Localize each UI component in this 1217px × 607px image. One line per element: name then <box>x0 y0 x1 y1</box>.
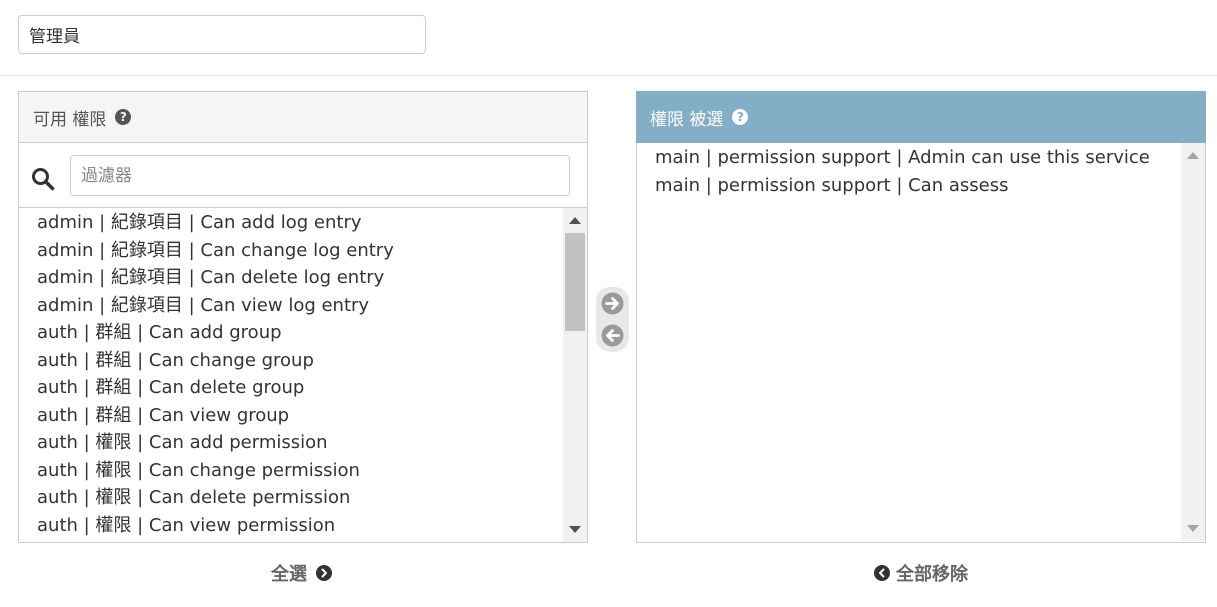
add-arrow-icon[interactable] <box>600 291 625 316</box>
chosen-permissions-title: 權限 被選 ? <box>636 91 1206 143</box>
select-all-link[interactable]: 全選 <box>271 560 332 586</box>
chosen-title-label: 權限 被選 <box>650 109 724 130</box>
permission-option[interactable]: auth | 權限 | Can delete permission <box>37 484 587 512</box>
permission-option[interactable]: admin | 紀錄項目 | Can delete log entry <box>37 264 587 292</box>
name-input[interactable] <box>18 15 426 54</box>
remove-all-label: 全部移除 <box>896 564 968 585</box>
permission-option[interactable]: admin | 紀錄項目 | Can change log entry <box>37 237 587 265</box>
permission-option[interactable]: auth | 群組 | Can view group <box>37 402 587 430</box>
chosen-scrollbar[interactable] <box>1181 143 1205 541</box>
scroll-up-arrow-icon[interactable] <box>1187 152 1199 159</box>
permission-option[interactable]: admin | 紀錄項目 | Can view log entry <box>37 292 587 320</box>
permission-option[interactable]: auth | 群組 | Can change group <box>37 347 587 375</box>
permission-option[interactable]: main | permission support | Can assess <box>655 172 1205 200</box>
available-title-label: 可用 權限 <box>33 109 107 130</box>
question-circle-icon[interactable]: ? <box>115 109 132 125</box>
chosen-permissions-list[interactable]: main | permission support | Admin can us… <box>637 143 1205 541</box>
available-scrollbar[interactable] <box>563 208 587 542</box>
filter-input[interactable] <box>70 155 570 196</box>
scroll-down-arrow-icon[interactable] <box>569 526 581 533</box>
chevron-left-circle-icon <box>874 565 890 581</box>
scroll-thumb[interactable] <box>565 233 585 331</box>
select-all-label: 全選 <box>271 564 307 585</box>
scroll-down-arrow-icon[interactable] <box>1187 525 1199 532</box>
filter-row <box>19 143 587 208</box>
permission-option[interactable]: auth | 權限 | Can add permission <box>37 429 587 457</box>
question-circle-icon[interactable]: ? <box>732 109 749 125</box>
divider <box>0 75 1217 76</box>
search-icon <box>32 168 55 191</box>
available-permissions-box: 可用 權限 ? admin | 紀錄項目 | Can add log entry… <box>18 91 588 543</box>
permission-option[interactable]: auth | 權限 | Can view permission <box>37 512 587 540</box>
permission-option[interactable]: auth | 群組 | Can delete group <box>37 374 587 402</box>
chevron-right-circle-icon <box>316 565 332 581</box>
available-permissions-title: 可用 權限 ? <box>19 92 587 143</box>
permission-option[interactable]: auth | 群組 | Can add group <box>37 319 587 347</box>
available-permissions-list[interactable]: admin | 紀錄項目 | Can add log entry admin | … <box>19 208 587 542</box>
remove-arrow-icon[interactable] <box>600 323 625 348</box>
remove-all-link[interactable]: 全部移除 <box>874 560 968 586</box>
chosen-permissions-box: 權限 被選 ? main | permission support | Admi… <box>636 91 1206 543</box>
scroll-up-arrow-icon[interactable] <box>569 217 581 224</box>
permission-option[interactable]: admin | 紀錄項目 | Can add log entry <box>37 209 587 237</box>
permission-option[interactable]: auth | 權限 | Can change permission <box>37 457 587 485</box>
chooser-buttons <box>596 287 629 352</box>
permission-option[interactable]: main | permission support | Admin can us… <box>655 144 1205 172</box>
